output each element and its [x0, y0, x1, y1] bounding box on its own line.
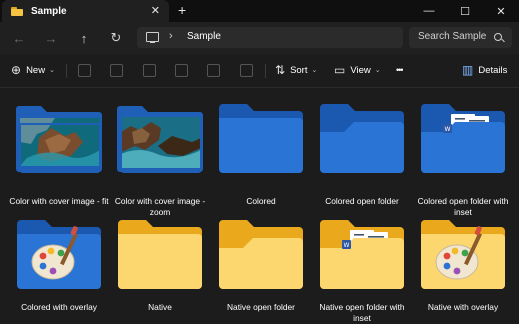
more-options-button[interactable]: ••• — [396, 62, 404, 78]
new-tab-button[interactable]: + — [178, 2, 186, 18]
view-button[interactable]: ▭ View ⌄ — [334, 62, 381, 78]
new-button[interactable]: ⊕ New ⌄ — [11, 62, 55, 78]
sort-label: Sort — [290, 64, 308, 76]
details-label: Details — [478, 64, 508, 76]
details-pane-icon: ▥ — [462, 63, 474, 77]
native-open-folder-inset-icon: W — [312, 218, 412, 300]
tab-title: Sample — [31, 5, 67, 17]
refresh-button[interactable]: ↻ — [107, 29, 125, 47]
folder-icon — [11, 6, 23, 16]
item-label: Color with cover image - zoom — [114, 196, 206, 217]
folder-cover-image-icon — [9, 102, 109, 184]
delete-icon[interactable] — [240, 64, 253, 77]
breadcrumb-sample[interactable]: Sample — [187, 31, 221, 42]
chevron-down-icon: ⌄ — [49, 67, 55, 74]
cut-icon[interactable] — [78, 64, 91, 77]
view-label: View — [350, 64, 371, 76]
up-button[interactable]: ↑ — [75, 29, 93, 47]
item-label: Color with cover image - fit — [9, 196, 109, 206]
command-bar: ⊕ New ⌄ ⇅ Sort ⌄ ▭ View ⌄ ••• ▥ Details — [0, 54, 519, 88]
chevron-down-icon: ⌄ — [311, 67, 318, 74]
title-bar: Sample ✕ + — ☐ ✕ — [0, 0, 519, 22]
more-icon: ••• — [396, 65, 404, 75]
native-folder-overlay-icon — [413, 218, 513, 300]
native-folder-icon — [110, 218, 210, 300]
colored-open-folder-icon — [312, 102, 412, 184]
folder-cover-image-icon — [110, 102, 210, 184]
colored-folder-overlay-icon — [9, 218, 109, 300]
item-label: Colored open folder — [325, 196, 399, 206]
close-window-button[interactable]: ✕ — [483, 0, 519, 22]
colored-open-folder-inset-icon: W — [413, 102, 513, 184]
back-button[interactable]: ← — [10, 29, 28, 47]
tab-close-icon[interactable]: ✕ — [151, 4, 160, 17]
search-icon — [494, 33, 502, 41]
view-icon: ▭ — [334, 63, 346, 77]
item-label: Colored with overlay — [21, 302, 97, 312]
item-label: Native open folder with inset — [319, 302, 405, 323]
search-box[interactable]: Search Sample — [409, 27, 512, 48]
share-icon[interactable] — [207, 64, 220, 77]
item-label: Colored — [246, 196, 276, 206]
breadcrumb-chevron-icon[interactable]: › — [169, 30, 173, 42]
navigation-bar: ← → ↑ ↻ › Sample Search Sample — [0, 22, 519, 54]
this-pc-icon[interactable] — [146, 32, 159, 43]
sort-button[interactable]: ⇅ Sort ⌄ — [275, 62, 317, 78]
maximize-button[interactable]: ☐ — [447, 0, 483, 22]
item-label: Native open folder — [227, 302, 295, 312]
details-button[interactable]: ▥ Details — [462, 62, 507, 78]
divider — [265, 64, 266, 78]
item-label: Native with overlay — [427, 302, 499, 312]
minimize-button[interactable]: — — [411, 0, 447, 22]
chevron-down-icon: ⌄ — [374, 67, 381, 74]
file-grid: Color with cover image - fit Color with … — [0, 88, 519, 323]
paste-icon[interactable] — [143, 64, 156, 77]
item-label: Native — [148, 302, 172, 312]
tab-sample[interactable]: Sample ✕ — [2, 0, 169, 22]
copy-icon[interactable] — [110, 64, 123, 77]
svg-text:W: W — [445, 126, 451, 133]
colored-folder-icon — [211, 102, 311, 184]
new-label: New — [26, 64, 46, 76]
new-icon: ⊕ — [11, 63, 22, 77]
forward-button[interactable]: → — [42, 29, 60, 47]
address-bar[interactable]: › Sample — [137, 27, 403, 48]
sort-icon: ⇅ — [275, 63, 286, 77]
rename-icon[interactable] — [175, 64, 188, 77]
native-open-folder-icon — [211, 218, 311, 300]
item-label: Colored open folder with inset — [417, 196, 509, 217]
divider — [66, 64, 67, 78]
svg-text:W: W — [344, 242, 350, 249]
search-input[interactable]: Search Sample — [418, 31, 486, 42]
